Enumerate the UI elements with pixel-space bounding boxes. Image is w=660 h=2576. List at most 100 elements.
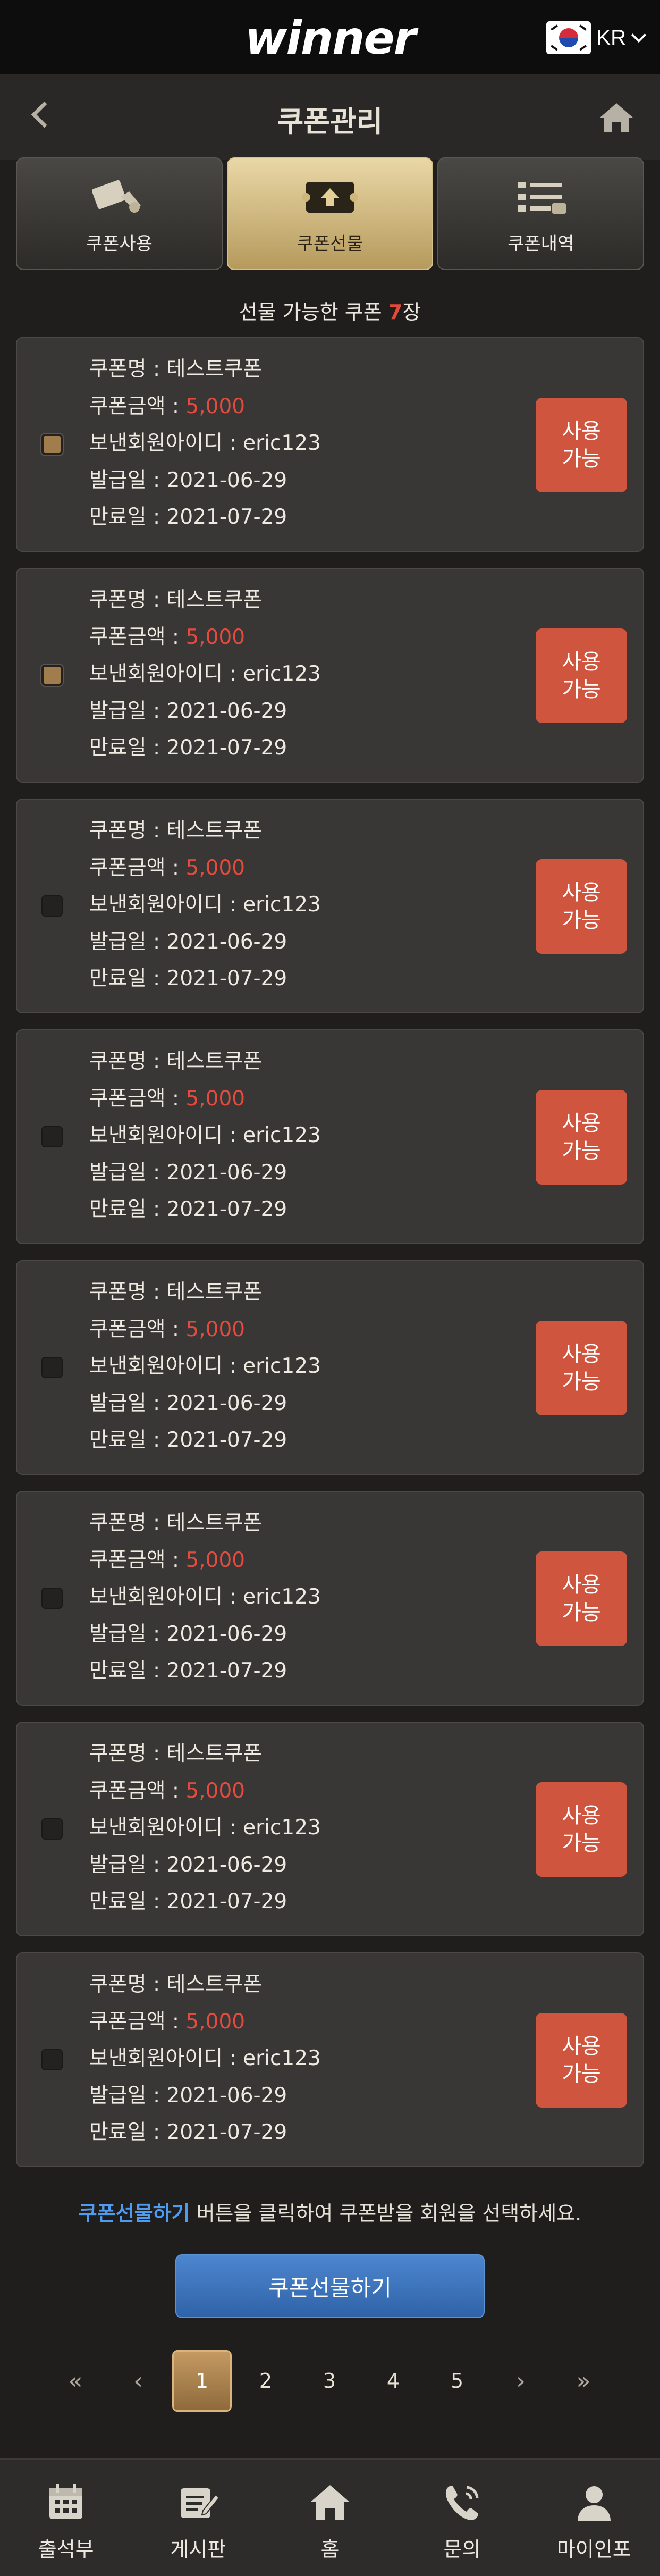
tab-coupon-use[interactable]: 쿠폰사용 bbox=[16, 157, 223, 270]
coupon-name-row: 쿠폰명 : 테스트쿠폰 bbox=[89, 1043, 321, 1080]
page-header: 쿠폰관리 bbox=[0, 74, 660, 160]
coupon-name: 테스트쿠폰 bbox=[166, 1280, 262, 1304]
coupon-amount-row: 쿠폰금액 : 5,000 bbox=[89, 1773, 321, 1810]
tab-coupon-gift[interactable]: 쿠폰선물 bbox=[226, 157, 434, 270]
coupon-name-label: 쿠폰명 : bbox=[89, 357, 167, 381]
coupon-use-icon bbox=[92, 180, 141, 213]
nav-label: 마이인포 bbox=[556, 2538, 631, 2561]
korea-flag-icon bbox=[546, 21, 591, 54]
coupon-expires-date: 2021-07-29 bbox=[166, 1659, 287, 1683]
coupon-checkbox[interactable] bbox=[41, 2049, 63, 2070]
nav-board[interactable]: 게시판 bbox=[132, 2460, 264, 2576]
coupon-use-button[interactable]: 사용 가능 bbox=[536, 398, 627, 492]
coupon-issued-row: 발급일 : 2021-06-29 bbox=[89, 462, 321, 499]
page-4-button[interactable]: 4 bbox=[363, 2350, 423, 2412]
coupon-expires-label: 만료일 : bbox=[89, 1659, 167, 1683]
coupon-checkbox[interactable] bbox=[41, 1588, 63, 1609]
coupon-use-button[interactable]: 사용 가능 bbox=[536, 2013, 627, 2108]
coupon-use-button[interactable]: 사용 가능 bbox=[536, 628, 627, 723]
coupon-name-label: 쿠폰명 : bbox=[89, 1050, 167, 1073]
home-icon bbox=[310, 2485, 350, 2520]
nav-home[interactable]: 홈 bbox=[264, 2460, 396, 2576]
coupon-sender: eric123 bbox=[243, 1585, 321, 1609]
coupon-sender: eric123 bbox=[243, 893, 321, 917]
coupon-expires-label: 만료일 : bbox=[89, 1890, 167, 1914]
coupon-issued-label: 발급일 : bbox=[89, 929, 167, 954]
count-prefix: 선물 가능한 쿠폰 bbox=[239, 300, 388, 324]
coupon-name-label: 쿠폰명 : bbox=[89, 588, 167, 612]
coupon-name: 테스트쿠폰 bbox=[166, 1742, 262, 1766]
gift-available-count: 선물 가능한 쿠폰 7장 bbox=[0, 296, 660, 325]
board-icon bbox=[180, 2488, 219, 2518]
coupon-checkbox[interactable] bbox=[41, 665, 63, 686]
next-page-button[interactable]: › bbox=[491, 2350, 551, 2412]
coupon-checkbox[interactable] bbox=[41, 1126, 63, 1147]
coupon-issued-label: 발급일 : bbox=[89, 2083, 167, 2108]
page-title: 쿠폰관리 bbox=[277, 105, 383, 138]
coupon-expires-label: 만료일 : bbox=[89, 967, 167, 991]
coupon-expires-row: 만료일 : 2021-07-29 bbox=[89, 1652, 321, 1690]
bottom-navigation: 출석부 게시판 홈 문의 마이인포 bbox=[0, 2458, 660, 2576]
coupon-use-button[interactable]: 사용 가능 bbox=[536, 1090, 627, 1185]
prev-page-button[interactable]: ‹ bbox=[108, 2350, 168, 2412]
coupon-amount-label: 쿠폰금액 : bbox=[89, 2009, 186, 2034]
coupon-name-label: 쿠폰명 : bbox=[89, 1973, 167, 1996]
coupon-name: 테스트쿠폰 bbox=[166, 1973, 262, 1996]
coupon-use-button[interactable]: 사용 가능 bbox=[536, 859, 627, 954]
coupon-amount: 5,000 bbox=[185, 1778, 246, 1803]
last-page-button[interactable]: » bbox=[554, 2350, 613, 2412]
coupon-use-button[interactable]: 사용 가능 bbox=[536, 1782, 627, 1877]
coupon-amount: 5,000 bbox=[185, 1548, 246, 1572]
coupon-name: 테스트쿠폰 bbox=[166, 588, 262, 612]
page-2-button[interactable]: 2 bbox=[236, 2350, 295, 2412]
coupon-checkbox[interactable] bbox=[41, 1357, 63, 1378]
coupon-checkbox[interactable] bbox=[41, 434, 63, 455]
coupon-issued-row: 발급일 : 2021-06-29 bbox=[89, 693, 321, 730]
home-icon[interactable] bbox=[597, 101, 636, 133]
tab-coupon-history[interactable]: 쿠폰내역 bbox=[437, 157, 645, 270]
note-highlight: 쿠폰선물하기 bbox=[78, 2202, 190, 2225]
coupon-name: 테스트쿠폰 bbox=[166, 819, 262, 843]
coupon-issued-date: 2021-06-29 bbox=[166, 468, 287, 492]
coupon-gift-button[interactable]: 쿠폰선물하기 bbox=[175, 2254, 485, 2318]
coupon-issued-label: 발급일 : bbox=[89, 1391, 167, 1415]
coupon-sender-label: 보낸회원아이디 : bbox=[89, 431, 243, 455]
coupon-history-icon bbox=[518, 182, 566, 214]
coupon-checkbox[interactable] bbox=[41, 895, 63, 917]
nav-label: 문의 bbox=[443, 2538, 481, 2561]
coupon-expires-label: 만료일 : bbox=[89, 1197, 167, 1221]
coupon-sender-row: 보낸회원아이디 : eric123 bbox=[89, 1579, 321, 1616]
calendar-icon bbox=[49, 2484, 83, 2519]
coupon-expires-label: 만료일 : bbox=[89, 736, 167, 760]
coupon-amount-label: 쿠폰금액 : bbox=[89, 394, 186, 418]
page-5-button[interactable]: 5 bbox=[427, 2350, 487, 2412]
coupon-sender-row: 보낸회원아이디 : eric123 bbox=[89, 1809, 321, 1847]
coupon-amount-row: 쿠폰금액 : 5,000 bbox=[89, 619, 321, 656]
coupon-expires-date: 2021-07-29 bbox=[166, 505, 287, 529]
count-number: 7 bbox=[388, 300, 403, 324]
coupon-checkbox[interactable] bbox=[41, 1818, 63, 1840]
coupon-sender: eric123 bbox=[243, 1354, 321, 1378]
coupon-amount-row: 쿠폰금액 : 5,000 bbox=[89, 388, 321, 425]
coupon-issued-date: 2021-06-29 bbox=[166, 1391, 287, 1415]
nav-inquiry[interactable]: 문의 bbox=[396, 2460, 528, 2576]
coupon-expires-row: 만료일 : 2021-07-29 bbox=[89, 499, 321, 536]
coupon-card: 쿠폰명 : 테스트쿠폰 쿠폰금액 : 5,000 보낸회원아이디 : eric123… bbox=[16, 568, 644, 783]
coupon-sender: eric123 bbox=[243, 662, 321, 686]
first-page-button[interactable]: « bbox=[46, 2350, 105, 2412]
coupon-use-button[interactable]: 사용 가능 bbox=[536, 1551, 627, 1646]
user-icon bbox=[577, 2486, 611, 2521]
coupon-expires-date: 2021-07-29 bbox=[166, 1197, 287, 1221]
coupon-issued-label: 발급일 : bbox=[89, 1852, 167, 1877]
page-1-button[interactable]: 1 bbox=[172, 2350, 232, 2412]
coupon-sender-row: 보낸회원아이디 : eric123 bbox=[89, 1348, 321, 1385]
nav-my-info[interactable]: 마이인포 bbox=[528, 2460, 660, 2576]
coupon-amount: 5,000 bbox=[185, 625, 246, 649]
coupon-expires-row: 만료일 : 2021-07-29 bbox=[89, 1883, 321, 1920]
coupon-use-button[interactable]: 사용 가능 bbox=[536, 1321, 627, 1415]
coupon-card: 쿠폰명 : 테스트쿠폰 쿠폰금액 : 5,000 보낸회원아이디 : eric123… bbox=[16, 1952, 644, 2167]
coupon-issued-label: 발급일 : bbox=[89, 1622, 167, 1646]
nav-attendance[interactable]: 출석부 bbox=[0, 2460, 132, 2576]
language-selector[interactable]: KR bbox=[546, 20, 647, 55]
page-3-button[interactable]: 3 bbox=[300, 2350, 359, 2412]
